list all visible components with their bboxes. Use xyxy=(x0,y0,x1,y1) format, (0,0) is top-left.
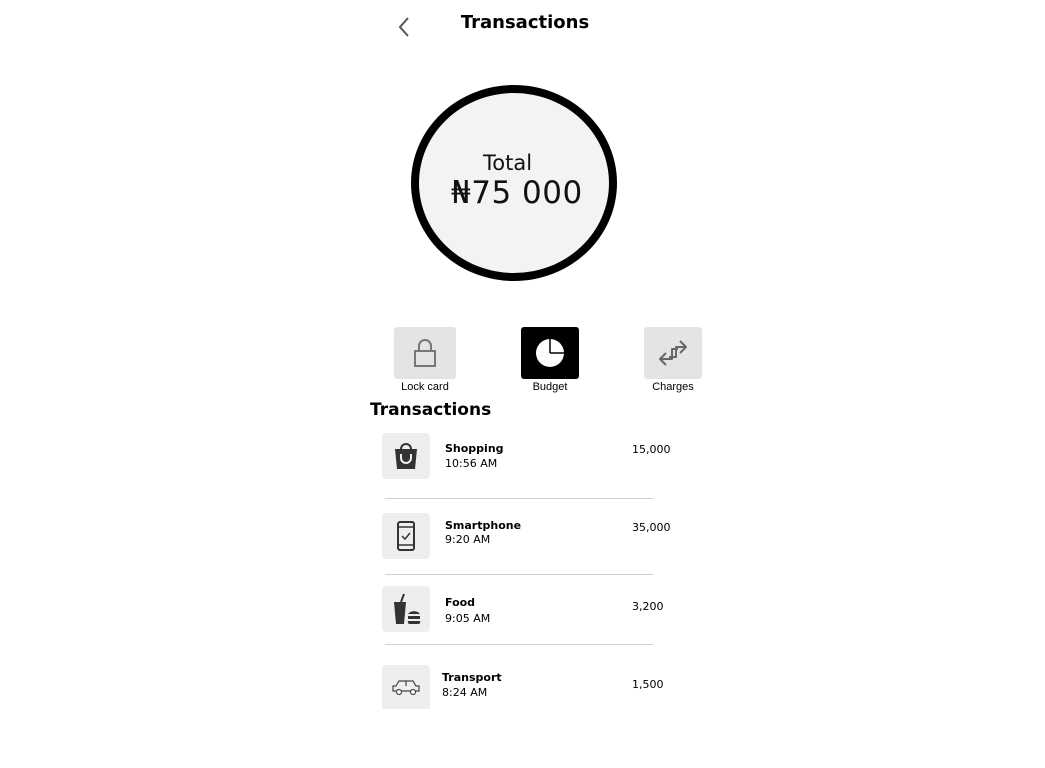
transaction-time: 9:20 AM xyxy=(445,533,491,546)
arrows-swap-icon xyxy=(659,340,687,366)
transaction-row[interactable]: Transport 8:24 AM 1,500 xyxy=(382,665,682,709)
page-title: Transactions xyxy=(460,12,590,33)
transaction-amount: 35,000 xyxy=(632,521,671,534)
transaction-row[interactable]: Smartphone 9:20 AM 35,000 xyxy=(382,513,682,561)
car-icon xyxy=(392,680,420,696)
transaction-icon-box xyxy=(382,665,430,709)
transaction-time: 9:05 AM xyxy=(445,612,491,625)
transaction-time: 10:56 AM xyxy=(445,457,498,470)
shopping-bag-icon xyxy=(395,443,417,469)
transaction-name: Smartphone xyxy=(445,519,522,532)
transactions-heading: Transactions xyxy=(370,400,492,420)
transaction-amount: 15,000 xyxy=(632,443,671,456)
transaction-row[interactable]: Food 9:05 AM 3,200 xyxy=(382,586,682,634)
transaction-name: Transport xyxy=(442,671,502,684)
food-drink-icon xyxy=(394,593,421,625)
pie-chart-icon xyxy=(536,339,564,367)
budget-button[interactable]: Budget xyxy=(510,327,590,393)
chevron-left-icon xyxy=(398,17,409,37)
budget-label: Budget xyxy=(532,381,568,393)
back-button[interactable] xyxy=(394,14,416,40)
lock-card-label: Lock card xyxy=(401,381,449,393)
transaction-amount: 3,200 xyxy=(632,600,664,613)
transaction-time: 8:24 AM xyxy=(442,686,488,699)
charges-button[interactable]: Charges xyxy=(632,327,714,393)
transaction-row[interactable]: Shopping 10:56 AM 15,000 xyxy=(382,433,682,481)
transaction-name: Food xyxy=(445,596,476,609)
charges-label: Charges xyxy=(652,381,694,393)
balance-label: Total xyxy=(483,151,533,175)
balance-amount: ₦75 000 xyxy=(451,175,583,211)
lock-icon xyxy=(414,339,436,367)
transaction-icon-box xyxy=(382,513,430,559)
transaction-amount: 1,500 xyxy=(632,678,664,691)
transaction-name: Shopping xyxy=(445,442,504,455)
lock-card-button[interactable]: Lock card xyxy=(384,327,466,393)
divider xyxy=(385,574,653,575)
smartphone-icon xyxy=(397,521,415,551)
divider xyxy=(385,498,653,499)
transaction-icon-box xyxy=(382,586,430,632)
divider xyxy=(385,644,653,645)
transaction-icon-box xyxy=(382,433,430,479)
